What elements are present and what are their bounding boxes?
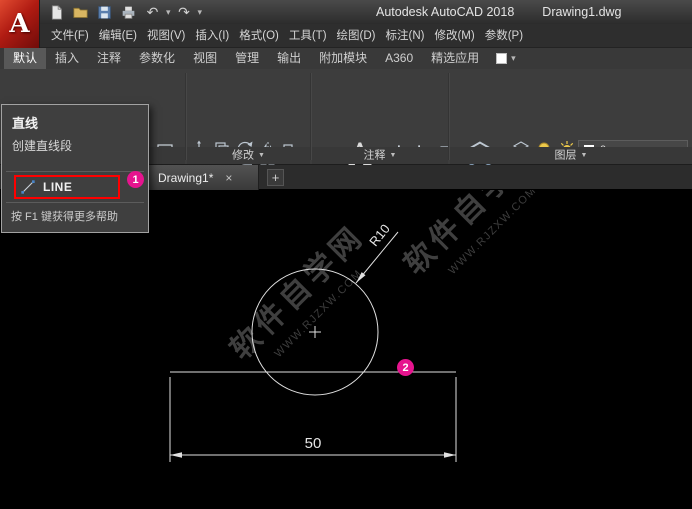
document-title: Drawing1.dwg (542, 5, 622, 19)
new-tab-button[interactable]: + (267, 169, 284, 186)
menu-format[interactable]: 格式(O) (234, 24, 284, 48)
line-command-label: LINE (43, 180, 73, 194)
panel-expand-icon: ▼ (258, 152, 265, 159)
line-command-icon (20, 179, 36, 195)
menu-view[interactable]: 视图(V) (142, 24, 190, 48)
watermark: 软件自学网 WWW.RJZXW.COM 软件自学网 WWW.RJZXW.COM (223, 133, 545, 366)
ribbon-display-icon[interactable] (496, 53, 508, 64)
file-tab-label: Drawing1* (158, 170, 214, 185)
layers-panel-label[interactable]: 图层 ▼ (450, 147, 692, 164)
autocad-window: ↶ ▾ ↷ ▾ Autodesk AutoCAD 2018 Drawing1.d… (0, 0, 692, 509)
line-command-row[interactable]: LINE (14, 175, 120, 199)
ribbon-display-dropdown-icon[interactable]: ▾ (511, 54, 516, 63)
tooltip-description: 创建直线段 (12, 139, 73, 153)
svg-text:软件自学网: 软件自学网 (223, 218, 371, 366)
tooltip-help-text: 按 F1 键获得更多帮助 (11, 211, 118, 223)
tooltip-title: 直线 (12, 116, 39, 131)
close-tab-icon[interactable]: × (225, 172, 232, 184)
menu-tools[interactable]: 工具(T) (284, 24, 332, 48)
qat-dropdown-icon[interactable]: ▾ (198, 7, 203, 17)
autocad-logo[interactable]: A (0, 0, 40, 48)
ribbon-tab-bar: 默认 插入 注释 参数化 视图 管理 输出 附加模块 A360 精选应用 ▾ (0, 48, 692, 69)
radius-dim-text: R10 (366, 221, 393, 249)
redo-icon[interactable]: ↷ (174, 2, 195, 22)
undo-icon[interactable]: ↶ (142, 2, 163, 22)
tab-annotate[interactable]: 注释 (88, 48, 130, 69)
line-tooltip: 直线 创建直线段 LINE 按 F1 键获得更多帮助 (1, 104, 149, 233)
menu-draw[interactable]: 绘图(D) (332, 24, 381, 48)
menu-bar: 文件(F) 编辑(E) 视图(V) 插入(I) 格式(O) 工具(T) 绘图(D… (0, 24, 692, 48)
tooltip-divider (6, 171, 144, 172)
menu-file[interactable]: 文件(F) (46, 24, 94, 48)
drawing-svg: 软件自学网 WWW.RJZXW.COM 软件自学网 WWW.RJZXW.COM … (169, 133, 545, 462)
step-2-badge: 2 (397, 359, 414, 376)
menu-modify[interactable]: 修改(M) (429, 24, 479, 48)
tab-featured-apps[interactable]: 精选应用 (422, 48, 488, 69)
panel-expand-icon: ▼ (389, 152, 397, 159)
tab-view[interactable]: 视图 (184, 48, 226, 69)
drawing-canvas[interactable]: 软件自学网 WWW.RJZXW.COM 软件自学网 WWW.RJZXW.COM … (0, 133, 692, 509)
plot-icon[interactable] (118, 2, 139, 22)
autocad-logo-letter: A (9, 9, 30, 39)
tab-addins[interactable]: 附加模块 (310, 48, 376, 69)
tab-insert[interactable]: 插入 (46, 48, 88, 69)
step-1-badge: 1 (127, 171, 144, 188)
tab-parametric[interactable]: 参数化 (130, 48, 184, 69)
new-file-icon[interactable] (46, 2, 67, 22)
file-tab-drawing1[interactable]: Drawing1* × (149, 165, 259, 190)
dim-arrow-left (170, 452, 182, 458)
quick-access-toolbar: ↶ ▾ ↷ ▾ (46, 2, 202, 22)
tab-output[interactable]: 输出 (268, 48, 310, 69)
modify-panel-label[interactable]: 修改 ▼ (187, 147, 310, 164)
menu-parametric[interactable]: 参数(P) (480, 24, 528, 48)
save-icon[interactable] (94, 2, 115, 22)
dim-arrow-right (444, 452, 456, 458)
undo-dropdown-icon[interactable]: ▾ (166, 7, 171, 17)
menu-edit[interactable]: 编辑(E) (94, 24, 142, 48)
window-title: Autodesk AutoCAD 2018 Drawing1.dwg (376, 0, 622, 24)
linear-dim-text: 50 (305, 435, 322, 452)
menu-insert[interactable]: 插入(I) (190, 24, 234, 48)
tab-a360[interactable]: A360 (376, 48, 422, 69)
tab-manage[interactable]: 管理 (226, 48, 268, 69)
menu-dimension[interactable]: 标注(N) (381, 24, 430, 48)
title-bar: ↶ ▾ ↷ ▾ Autodesk AutoCAD 2018 Drawing1.d… (0, 0, 692, 24)
open-file-icon[interactable] (70, 2, 91, 22)
panel-expand-icon: ▼ (580, 152, 588, 159)
annotate-panel-label[interactable]: 注释 ▼ (312, 147, 448, 164)
app-title: Autodesk AutoCAD 2018 (376, 5, 515, 19)
tab-home[interactable]: 默认 (4, 48, 47, 69)
